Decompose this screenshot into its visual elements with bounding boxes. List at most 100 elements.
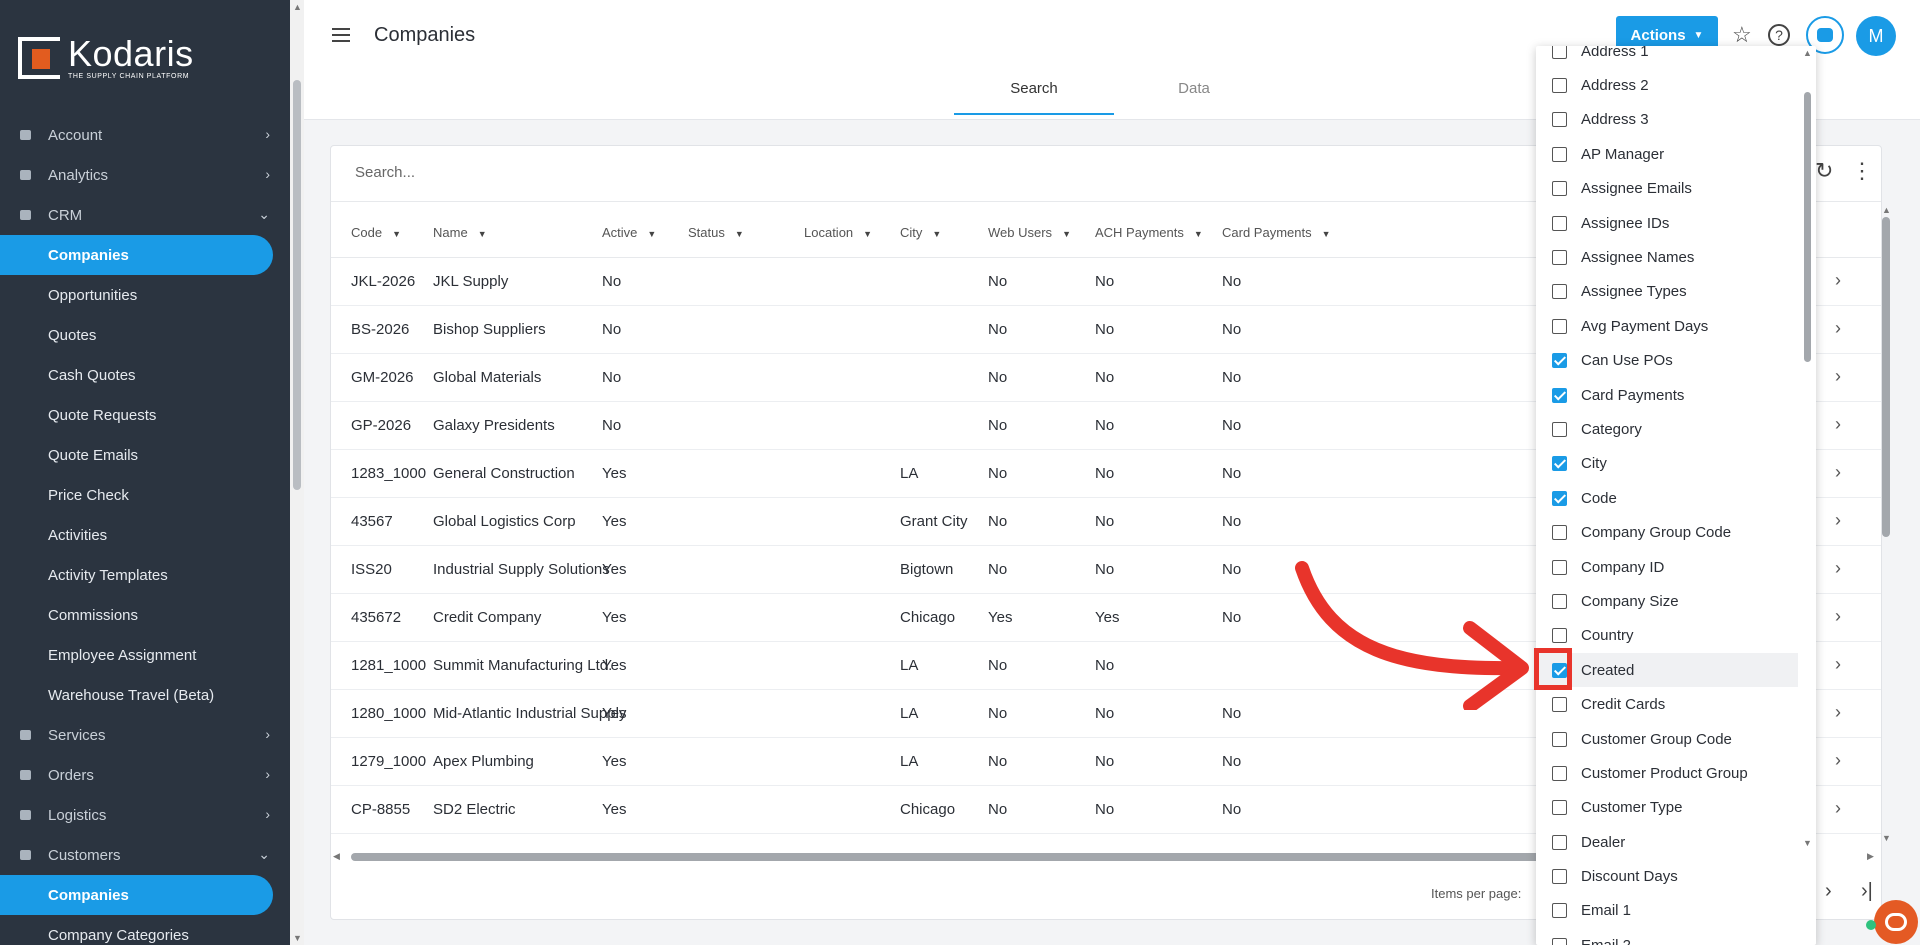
sidebar-item-companies[interactable]: Companies: [0, 235, 273, 275]
row-open-chevron-icon[interactable]: ›: [1835, 366, 1841, 387]
sort-caret-icon[interactable]: ▼: [735, 229, 744, 239]
sort-caret-icon[interactable]: ▼: [647, 229, 656, 239]
column-option-dealer[interactable]: Dealer: [1536, 825, 1798, 859]
column-option-assignee-names[interactable]: Assignee Names: [1536, 240, 1798, 274]
column-header-code[interactable]: Code ▼: [351, 225, 401, 240]
sidebar-item-warehouse-travel-beta[interactable]: Warehouse Travel (Beta): [0, 675, 290, 715]
sidebar-section-orders[interactable]: Orders ›: [0, 755, 290, 795]
sidebar-scroll-thumb[interactable]: [293, 80, 301, 490]
sidebar-scrollbar[interactable]: ▲ ▼: [290, 0, 304, 945]
column-header-ach-payments[interactable]: ACH Payments ▼: [1095, 225, 1203, 240]
help-icon[interactable]: ?: [1768, 24, 1790, 46]
column-option-category[interactable]: Category: [1536, 412, 1798, 446]
checkbox[interactable]: [1552, 456, 1567, 472]
checkbox[interactable]: [1552, 490, 1567, 506]
column-option-discount-days[interactable]: Discount Days: [1536, 859, 1798, 893]
checkbox[interactable]: [1552, 78, 1567, 94]
column-option-assignee-types[interactable]: Assignee Types: [1536, 275, 1798, 309]
menu-icon[interactable]: [332, 28, 350, 46]
star-icon[interactable]: ☆: [1732, 22, 1752, 48]
checkbox[interactable]: [1552, 46, 1567, 59]
sidebar-section-crm[interactable]: CRM ⌄: [0, 195, 290, 235]
column-header-web-users[interactable]: Web Users ▼: [988, 225, 1071, 240]
horizontal-scroll-thumb[interactable]: [351, 853, 1569, 861]
scroll-down-arrow-icon[interactable]: ▼: [1803, 838, 1812, 848]
row-open-chevron-icon[interactable]: ›: [1835, 654, 1841, 675]
menu-scroll-thumb[interactable]: [1804, 92, 1811, 362]
column-header-card-payments[interactable]: Card Payments ▼: [1222, 225, 1331, 240]
column-option-assignee-emails[interactable]: Assignee Emails: [1536, 172, 1798, 206]
sidebar-item-price-check[interactable]: Price Check: [0, 475, 290, 515]
row-open-chevron-icon[interactable]: ›: [1835, 414, 1841, 435]
sort-caret-icon[interactable]: ▼: [1194, 229, 1203, 239]
scroll-up-arrow-icon[interactable]: ▲: [293, 2, 302, 12]
column-option-assignee-ids[interactable]: Assignee IDs: [1536, 206, 1798, 240]
scroll-up-arrow-icon[interactable]: ▲: [1882, 205, 1891, 215]
checkbox[interactable]: [1552, 800, 1567, 816]
column-option-customer-group-code[interactable]: Customer Group Code: [1536, 722, 1798, 756]
row-open-chevron-icon[interactable]: ›: [1835, 798, 1841, 819]
sidebar-item-quote-emails[interactable]: Quote Emails: [0, 435, 290, 475]
scroll-right-arrow-icon[interactable]: ▶: [1867, 851, 1874, 862]
column-option-address-2[interactable]: Address 2: [1536, 68, 1798, 102]
checkbox[interactable]: [1552, 181, 1567, 197]
sidebar-item-company-categories[interactable]: Company Categories: [0, 915, 290, 945]
sidebar-item-activities[interactable]: Activities: [0, 515, 290, 555]
sidebar-item-companies[interactable]: Companies: [0, 875, 273, 915]
column-option-avg-payment-days[interactable]: Avg Payment Days: [1536, 309, 1798, 343]
column-option-email-1[interactable]: Email 1: [1536, 894, 1798, 928]
checkbox[interactable]: [1552, 869, 1567, 885]
column-option-customer-product-group[interactable]: Customer Product Group: [1536, 756, 1798, 790]
sidebar-item-cash-quotes[interactable]: Cash Quotes: [0, 355, 290, 395]
checkbox[interactable]: [1552, 834, 1567, 850]
column-header-status[interactable]: Status ▼: [688, 225, 744, 240]
table-vertical-scrollbar[interactable]: ▲ ▼: [1880, 205, 1892, 845]
menu-scrollbar[interactable]: ▲ ▼: [1800, 46, 1814, 945]
checkbox[interactable]: [1552, 284, 1567, 300]
sort-caret-icon[interactable]: ▼: [478, 229, 487, 239]
checkbox[interactable]: [1552, 146, 1567, 162]
column-option-created[interactable]: Created: [1536, 653, 1798, 688]
refresh-icon[interactable]: ↻: [1815, 158, 1833, 184]
search-input[interactable]: Search...: [355, 164, 415, 181]
checkbox[interactable]: [1552, 421, 1567, 437]
checkbox[interactable]: [1552, 215, 1567, 231]
sidebar-section-account[interactable]: Account ›: [0, 115, 290, 155]
avatar[interactable]: M: [1856, 16, 1896, 56]
checkbox[interactable]: [1552, 387, 1567, 403]
checkbox[interactable]: [1552, 731, 1567, 747]
sidebar-section-analytics[interactable]: Analytics ›: [0, 155, 290, 195]
last-page-icon[interactable]: ›|: [1861, 880, 1873, 903]
checkbox[interactable]: [1552, 250, 1567, 266]
table-scroll-thumb[interactable]: [1882, 217, 1890, 537]
column-option-city[interactable]: City: [1536, 447, 1798, 481]
column-header-city[interactable]: City ▼: [900, 225, 941, 240]
column-header-active[interactable]: Active ▼: [602, 225, 656, 240]
sort-caret-icon[interactable]: ▼: [1062, 229, 1071, 239]
sidebar-section-services[interactable]: Services ›: [0, 715, 290, 755]
checkbox[interactable]: [1552, 112, 1567, 128]
checkbox[interactable]: [1552, 903, 1567, 919]
column-header-location[interactable]: Location ▼: [804, 225, 872, 240]
column-option-credit-cards[interactable]: Credit Cards: [1536, 687, 1798, 721]
sidebar-item-quotes[interactable]: Quotes: [0, 315, 290, 355]
column-header-name[interactable]: Name ▼: [433, 225, 487, 240]
chat-support-icon[interactable]: [1874, 900, 1918, 944]
column-option-card-payments[interactable]: Card Payments: [1536, 378, 1798, 412]
scroll-up-arrow-icon[interactable]: ▲: [1803, 48, 1812, 58]
tab-data[interactable]: Data: [1114, 80, 1274, 115]
row-open-chevron-icon[interactable]: ›: [1835, 510, 1841, 531]
checkbox[interactable]: [1552, 765, 1567, 781]
more-options-icon[interactable]: ⋮: [1851, 158, 1873, 184]
scroll-down-arrow-icon[interactable]: ▼: [1882, 833, 1891, 843]
row-open-chevron-icon[interactable]: ›: [1835, 750, 1841, 771]
sort-caret-icon[interactable]: ▼: [863, 229, 872, 239]
column-option-address-3[interactable]: Address 3: [1536, 103, 1798, 137]
column-option-company-group-code[interactable]: Company Group Code: [1536, 515, 1798, 549]
checkbox[interactable]: [1552, 318, 1567, 334]
column-option-company-size[interactable]: Company Size: [1536, 584, 1798, 618]
checkbox[interactable]: [1552, 937, 1567, 945]
sort-caret-icon[interactable]: ▼: [932, 229, 941, 239]
checkbox[interactable]: [1552, 628, 1567, 644]
row-open-chevron-icon[interactable]: ›: [1835, 270, 1841, 291]
